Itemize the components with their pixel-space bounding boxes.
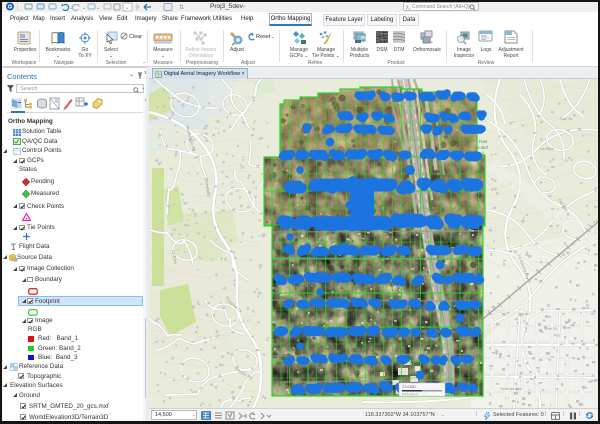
svg-text:⇅: ⇅: [179, 5, 184, 11]
svg-text:La Rika: La Rika: [540, 146, 554, 151]
svg-text:⌄: ⌄: [96, 5, 100, 11]
svg-text:Grismer Ave: Grismer Ave: [500, 386, 523, 391]
svg-text:⌄: ⌄: [271, 34, 275, 39]
svg-text:Elm St: Elm St: [545, 326, 558, 331]
svg-text:⌄: ⌄: [69, 5, 73, 11]
svg-text:0 0.1 0.2 mi: 0 0.1 0.2 mi: [402, 392, 418, 396]
svg-text:⌄: ⌄: [125, 5, 130, 11]
svg-text:Reset: Reset: [256, 34, 271, 40]
svg-text:Day St: Day St: [560, 116, 573, 121]
svg-text:1:14,500: 1:14,500: [402, 385, 416, 389]
svg-text:⌄: ⌄: [82, 5, 86, 11]
svg-text:Clear: Clear: [129, 34, 142, 40]
